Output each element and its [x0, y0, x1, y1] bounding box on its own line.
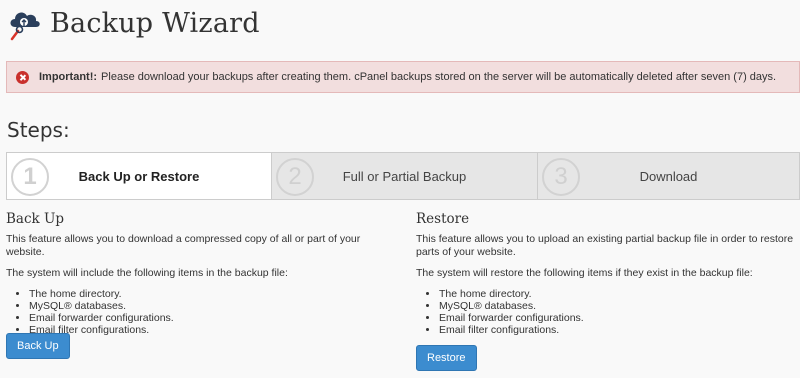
back-up-button[interactable]: Back Up [6, 333, 70, 359]
restore-items-list: The home directory. MySQL® databases. Em… [416, 288, 800, 336]
restore-section: Restore This feature allows you to uploa… [416, 211, 800, 346]
cloud-backup-icon [10, 12, 40, 41]
backup-title: Back Up [6, 211, 65, 227]
list-item: MySQL® databases. [439, 300, 800, 312]
step-number: 1 [11, 158, 49, 196]
backup-description: This feature allows you to download a co… [6, 233, 361, 258]
step-number: 3 [542, 158, 580, 196]
step-label: Download [639, 168, 698, 184]
list-item: Email filter configurations. [439, 324, 800, 336]
list-item: The home directory. [29, 288, 396, 300]
backup-intro: The system will include the following it… [6, 267, 288, 279]
list-item: MySQL® databases. [29, 300, 396, 312]
warning-alert: Important!: Please download your backups… [6, 61, 800, 93]
restore-intro: The system will restore the following it… [416, 267, 753, 279]
backup-section: Back Up This feature allows you to downl… [6, 211, 396, 346]
list-item: Email forwarder configurations. [439, 312, 800, 324]
steps-heading: Steps: [7, 118, 70, 142]
steps-bar: 1 Back Up or Restore 2 Full or Partial B… [6, 152, 800, 200]
step-label: Full or Partial Backup [342, 168, 467, 184]
list-item: Email forwarder configurations. [29, 312, 396, 324]
step-back-up-or-restore: 1 Back Up or Restore [6, 152, 272, 200]
alert-message: Please download your backups after creat… [101, 71, 777, 83]
step-number: 2 [276, 158, 314, 196]
page-title: Backup Wizard [50, 7, 260, 39]
restore-button[interactable]: Restore [416, 345, 477, 371]
alert-prefix: Important!: [39, 71, 98, 83]
step-download: 3 Download [538, 152, 800, 200]
restore-description: This feature allows you to upload an exi… [416, 233, 794, 258]
list-item: The home directory. [439, 288, 800, 300]
page-header: Backup Wizard [6, 3, 260, 43]
backup-items-list: The home directory. MySQL® databases. Em… [6, 288, 396, 336]
list-item: Email filter configurations. [29, 324, 396, 336]
step-label: Back Up or Restore [78, 168, 200, 184]
step-full-or-partial-backup: 2 Full or Partial Backup [272, 152, 538, 200]
restore-title: Restore [416, 211, 470, 227]
error-circle-icon [16, 70, 29, 84]
